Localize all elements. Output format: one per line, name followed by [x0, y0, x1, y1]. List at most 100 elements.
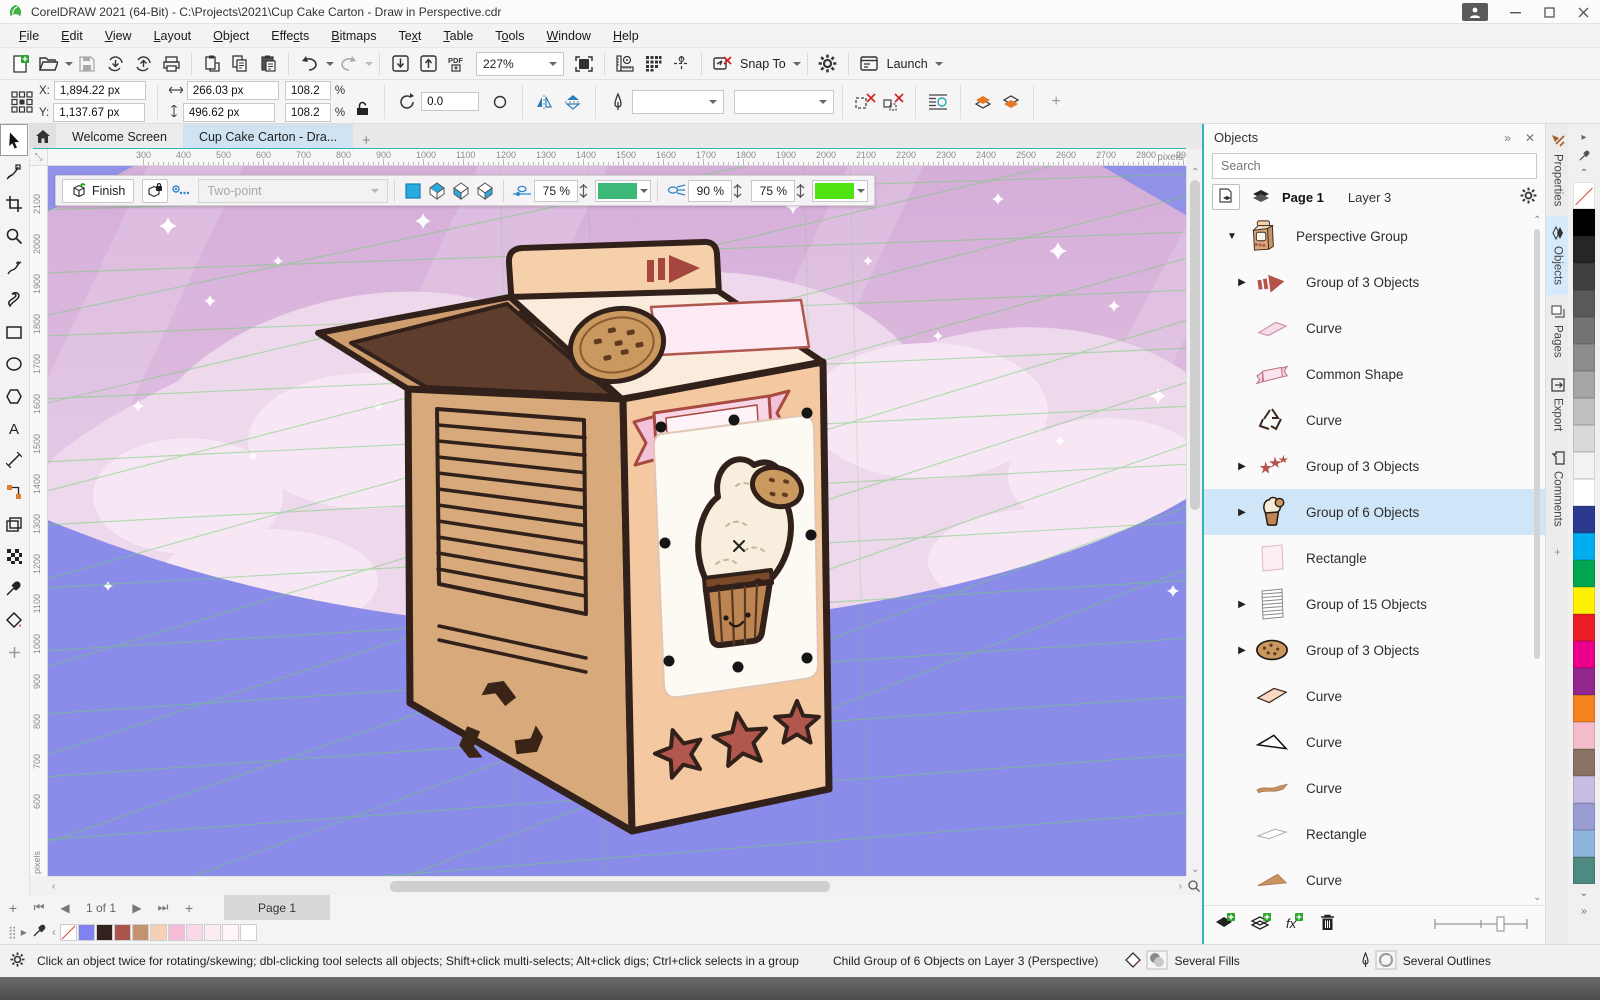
- thumbnail-size-slider[interactable]: [1433, 914, 1529, 934]
- lock-ratio-icon[interactable]: [349, 95, 375, 121]
- palette-swatch[interactable]: [1573, 641, 1595, 668]
- remove-perspective-icon[interactable]: [852, 89, 878, 115]
- palette-swatch[interactable]: [1573, 614, 1595, 641]
- doc-swatch[interactable]: [240, 924, 257, 941]
- palette-swatch[interactable]: [1573, 317, 1595, 344]
- doc-swatch[interactable]: [186, 924, 203, 941]
- expander-icon[interactable]: ▶: [1236, 277, 1248, 288]
- object-row[interactable]: Curve: [1204, 719, 1545, 765]
- fill-swatch-icon[interactable]: [1146, 950, 1168, 973]
- object-row[interactable]: Rectangle: [1204, 535, 1545, 581]
- next-page-button[interactable]: ▶: [124, 901, 150, 915]
- first-page-button[interactable]: ⏮: [26, 900, 52, 915]
- object-row[interactable]: Common Shape: [1204, 351, 1545, 397]
- line-opacity-spinner[interactable]: [795, 180, 806, 202]
- line-opacity-field[interactable]: 75 %: [751, 180, 795, 202]
- object-row[interactable]: ▼Perspective Group: [1204, 213, 1545, 259]
- grid-opacity-spinner[interactable]: [578, 180, 589, 202]
- palette-eyedropper[interactable]: [1568, 146, 1600, 164]
- objects-scroll-down[interactable]: ⌄: [1533, 892, 1541, 903]
- launch-icon[interactable]: [856, 51, 882, 77]
- selection-handle[interactable]: [802, 408, 813, 419]
- add-tool[interactable]: [0, 636, 28, 668]
- new-object-button[interactable]: [1214, 912, 1236, 935]
- show-rulers-button[interactable]: [612, 51, 638, 77]
- prev-page-button[interactable]: ◀: [52, 901, 78, 915]
- drawing-canvas[interactable]: Finish Two-point 75 % 90 % 75 %: [48, 166, 1186, 876]
- doc-swatch-none[interactable]: [60, 924, 77, 941]
- object-width-field[interactable]: 266.03 px: [187, 81, 279, 100]
- close-button[interactable]: [1566, 0, 1600, 24]
- palette-swatch[interactable]: [1573, 371, 1595, 398]
- minimize-button[interactable]: [1498, 0, 1532, 24]
- publish-pdf-button[interactable]: PDF: [443, 51, 469, 77]
- line-color-swatch[interactable]: [812, 180, 868, 202]
- horizontal-ruler[interactable]: pixels3004005006007008009001000110012001…: [48, 149, 1186, 166]
- save-button[interactable]: [74, 51, 100, 77]
- lock-perspective-icon[interactable]: [142, 179, 168, 203]
- object-row[interactable]: Curve: [1204, 305, 1545, 351]
- crop-tool[interactable]: [0, 188, 28, 220]
- text-tool[interactable]: A: [0, 412, 28, 444]
- menu-object[interactable]: Object: [202, 26, 260, 46]
- page-icon[interactable]: [1212, 184, 1240, 210]
- palette-swatch[interactable]: [1573, 479, 1595, 506]
- mesh-fill-tool[interactable]: [0, 540, 28, 572]
- zoom-level-combo[interactable]: 227%: [476, 52, 564, 76]
- object-row[interactable]: ▶Group of 15 Objects: [1204, 581, 1545, 627]
- dimension-tool[interactable]: [0, 444, 28, 476]
- artistic-media-tool[interactable]: [0, 284, 28, 316]
- plane-left-icon[interactable]: [449, 179, 473, 203]
- doc-swatch[interactable]: [132, 924, 149, 941]
- show-grid-button[interactable]: [640, 51, 666, 77]
- expander-icon[interactable]: ▼: [1226, 231, 1238, 242]
- scroll-right-arrow[interactable]: ›: [1179, 881, 1182, 892]
- palette-scroll-left[interactable]: ‹: [52, 925, 56, 939]
- add-page-button[interactable]: +: [0, 900, 26, 916]
- maximize-button[interactable]: [1532, 0, 1566, 24]
- redo-button[interactable]: [335, 51, 361, 77]
- palette-swatch[interactable]: [1573, 533, 1595, 560]
- object-row-selected[interactable]: ▶Group of 6 Objects: [1204, 489, 1545, 535]
- palette-swatch[interactable]: [1573, 857, 1595, 884]
- sync-download-button[interactable]: [102, 51, 128, 77]
- zoom-fit-button[interactable]: [1186, 876, 1202, 895]
- objects-scroll-up[interactable]: ⌃: [1533, 215, 1541, 226]
- doc-swatch[interactable]: [222, 924, 239, 941]
- palette-expand-icon[interactable]: ▸: [21, 925, 27, 939]
- add-page-button-2[interactable]: +: [176, 900, 202, 916]
- selection-handle[interactable]: [733, 662, 744, 673]
- object-row[interactable]: [1204, 903, 1545, 905]
- palette-top-arrow[interactable]: ▸: [1568, 128, 1600, 146]
- menu-window[interactable]: Window: [535, 26, 601, 46]
- outline-width-combo[interactable]: [632, 90, 724, 114]
- palette-swatch[interactable]: [1573, 803, 1595, 830]
- menu-effects[interactable]: Effects: [260, 26, 320, 46]
- objects-scrollbar[interactable]: ⌃ ⌄: [1531, 213, 1543, 905]
- menu-edit[interactable]: Edit: [50, 26, 94, 46]
- perspective-type-combo[interactable]: Two-point: [198, 179, 388, 203]
- show-guidelines-button[interactable]: [668, 51, 694, 77]
- doc-swatch[interactable]: [168, 924, 185, 941]
- tab-welcome-screen[interactable]: Welcome Screen: [56, 124, 183, 149]
- palette-swatch[interactable]: [1573, 236, 1595, 263]
- menu-bitmaps[interactable]: Bitmaps: [320, 26, 387, 46]
- scale-v-field[interactable]: 108.2: [285, 103, 331, 122]
- expander-icon[interactable]: ▶: [1236, 507, 1248, 518]
- docker-tab-objects[interactable]: Objects: [1546, 216, 1569, 295]
- menu-text[interactable]: Text: [387, 26, 432, 46]
- object-row[interactable]: ▶Group of 3 Objects: [1204, 259, 1545, 305]
- effects-button[interactable]: fx: [1286, 916, 1296, 931]
- hscroll-thumb[interactable]: [390, 881, 830, 892]
- palette-scroll-down[interactable]: ⌄: [1568, 884, 1600, 902]
- docker-tab-comments[interactable]: Comments: [1546, 441, 1569, 537]
- plane-top-icon[interactable]: [425, 179, 449, 203]
- palette-swatch[interactable]: [1573, 830, 1595, 857]
- horizon-line-icon[interactable]: [664, 179, 688, 203]
- status-gear-icon[interactable]: [10, 952, 25, 970]
- palette-swatch[interactable]: [1573, 776, 1595, 803]
- ruler-corner[interactable]: ⤡: [30, 149, 48, 166]
- doc-swatch[interactable]: [150, 924, 167, 941]
- open-document-button[interactable]: [35, 51, 61, 77]
- zoom-tool[interactable]: [0, 220, 28, 252]
